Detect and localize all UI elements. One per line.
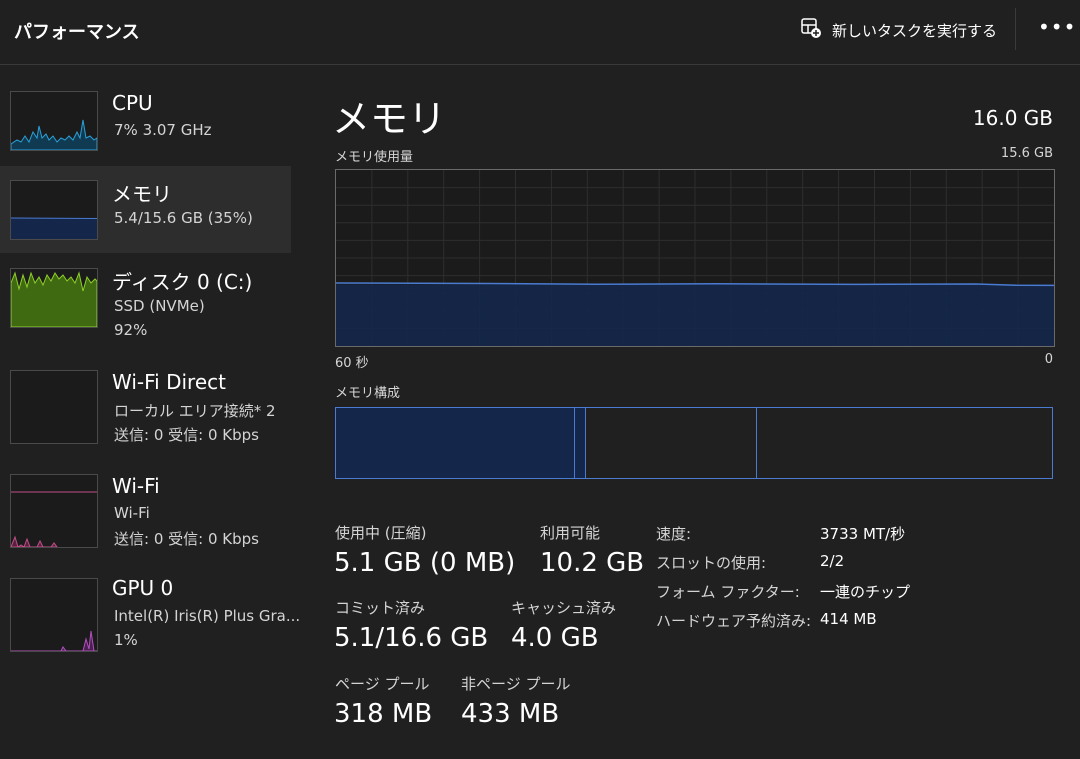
sidebar-item-wifi-direct[interactable]: Wi-Fi Direct ローカル エリア接続* 2 送信: 0 受信: 0 K… bbox=[0, 358, 291, 448]
cached-value: 4.0 GB bbox=[511, 623, 599, 653]
gpu-thumbnail-graph bbox=[10, 578, 98, 652]
sidebar-item-name: Wi-Fi bbox=[112, 474, 160, 498]
sidebar-item-name: CPU bbox=[112, 91, 153, 115]
memory-composition-bar bbox=[335, 407, 1053, 481]
paged-pool-label: ページ プール bbox=[335, 675, 430, 693]
sidebar-item-detail: Intel(R) Iris(R) Plus Gra... bbox=[114, 607, 301, 625]
sidebar-item-detail-2: 送信: 0 受信: 0 Kbps bbox=[114, 530, 259, 548]
new-task-label: 新しいタスクを実行する bbox=[832, 21, 998, 40]
usage-graph-max: 15.6 GB bbox=[1000, 146, 1053, 161]
sidebar-item-detail: SSD (NVMe) bbox=[114, 297, 205, 315]
wifi-direct-thumbnail-graph bbox=[10, 370, 98, 444]
nonpaged-pool-label: 非ページ プール bbox=[461, 675, 571, 693]
sidebar-item-cpu[interactable]: CPU 7% 3.07 GHz bbox=[0, 84, 291, 169]
speed-value: 3733 MT/秒 bbox=[820, 525, 906, 543]
in-use-value: 5.1 GB (0 MB) bbox=[334, 548, 516, 578]
sidebar-item-name: GPU 0 bbox=[112, 576, 174, 600]
section-title: メモリ bbox=[332, 97, 447, 141]
cpu-thumbnail-graph bbox=[10, 91, 98, 151]
composition-in-use[interactable] bbox=[335, 407, 575, 479]
memory-thumbnail-graph bbox=[10, 180, 98, 240]
committed-label: コミット済み bbox=[335, 599, 426, 617]
usage-graph-label: メモリ使用量 bbox=[335, 150, 414, 165]
composition-standby[interactable] bbox=[585, 407, 757, 479]
sidebar-item-detail: ローカル エリア接続* 2 bbox=[114, 402, 276, 420]
title-bar: パフォーマンス 新しいタスクを実行する ••• bbox=[0, 0, 1080, 65]
usage-fill-area bbox=[336, 284, 1054, 346]
toolbar-divider bbox=[1015, 8, 1016, 50]
composition-free[interactable] bbox=[756, 407, 1053, 479]
cached-label: キャッシュ済み bbox=[511, 599, 617, 617]
slots-value: 2/2 bbox=[820, 552, 845, 570]
slots-label: スロットの使用: bbox=[656, 554, 767, 572]
sidebar-item-name: メモリ bbox=[112, 182, 172, 206]
sidebar-item-detail-2: 1% bbox=[114, 631, 138, 649]
paged-pool-value: 318 MB bbox=[334, 699, 433, 729]
sidebar-item-detail: Wi-Fi bbox=[114, 504, 150, 522]
available-value: 10.2 GB bbox=[540, 548, 645, 578]
new-task-icon bbox=[800, 17, 822, 43]
in-use-label: 使用中 (圧縮) bbox=[335, 524, 427, 542]
form-factor-value: 一連のチップ bbox=[820, 583, 911, 601]
page-title: パフォーマンス bbox=[14, 22, 140, 43]
sidebar-item-detail: 5.4/15.6 GB (35%) bbox=[114, 209, 253, 227]
sidebar-item-detail-2: 92% bbox=[114, 321, 148, 339]
sidebar-item-detail: 7% 3.07 GHz bbox=[114, 121, 212, 139]
disk-thumbnail-graph bbox=[10, 268, 98, 328]
sidebar-item-disk[interactable]: ディスク 0 (C:) SSD (NVMe) 92% bbox=[0, 254, 291, 344]
wifi-thumbnail-graph bbox=[10, 474, 98, 548]
more-options-button[interactable]: ••• bbox=[1038, 17, 1075, 40]
time-axis-start: 60 秒 bbox=[335, 356, 369, 371]
sidebar-item-name: Wi-Fi Direct bbox=[112, 370, 226, 394]
memory-panel: メモリ 16.0 GB メモリ使用量 15.6 GB 60 秒 0 メモリ構成 … bbox=[300, 66, 1080, 759]
sidebar-item-memory[interactable]: メモリ 5.4/15.6 GB (35%) bbox=[0, 166, 291, 253]
total-memory: 16.0 GB bbox=[972, 106, 1053, 130]
new-task-button[interactable]: 新しいタスクを実行する bbox=[800, 16, 997, 44]
sidebar-item-name: ディスク 0 (C:) bbox=[112, 270, 253, 294]
composition-label: メモリ構成 bbox=[335, 386, 401, 401]
sidebar: CPU 7% 3.07 GHz メモリ 5.4/15.6 GB (35%) ディ… bbox=[0, 66, 300, 759]
available-label: 利用可能 bbox=[540, 524, 601, 542]
speed-label: 速度: bbox=[656, 525, 692, 543]
hardware-reserved-label: ハードウェア予約済み: bbox=[656, 612, 812, 630]
sidebar-item-wifi[interactable]: Wi-Fi Wi-Fi 送信: 0 受信: 0 Kbps bbox=[0, 464, 291, 554]
committed-value: 5.1/16.6 GB bbox=[334, 623, 489, 653]
sidebar-item-gpu[interactable]: GPU 0 Intel(R) Iris(R) Plus Gra... 1% bbox=[0, 566, 300, 656]
nonpaged-pool-value: 433 MB bbox=[461, 699, 560, 729]
hardware-reserved-value: 414 MB bbox=[820, 610, 877, 628]
memory-usage-graph bbox=[335, 169, 1055, 347]
form-factor-label: フォーム ファクター: bbox=[656, 583, 800, 601]
time-axis-end: 0 bbox=[1044, 352, 1053, 367]
sidebar-item-detail-2: 送信: 0 受信: 0 Kbps bbox=[114, 426, 259, 444]
